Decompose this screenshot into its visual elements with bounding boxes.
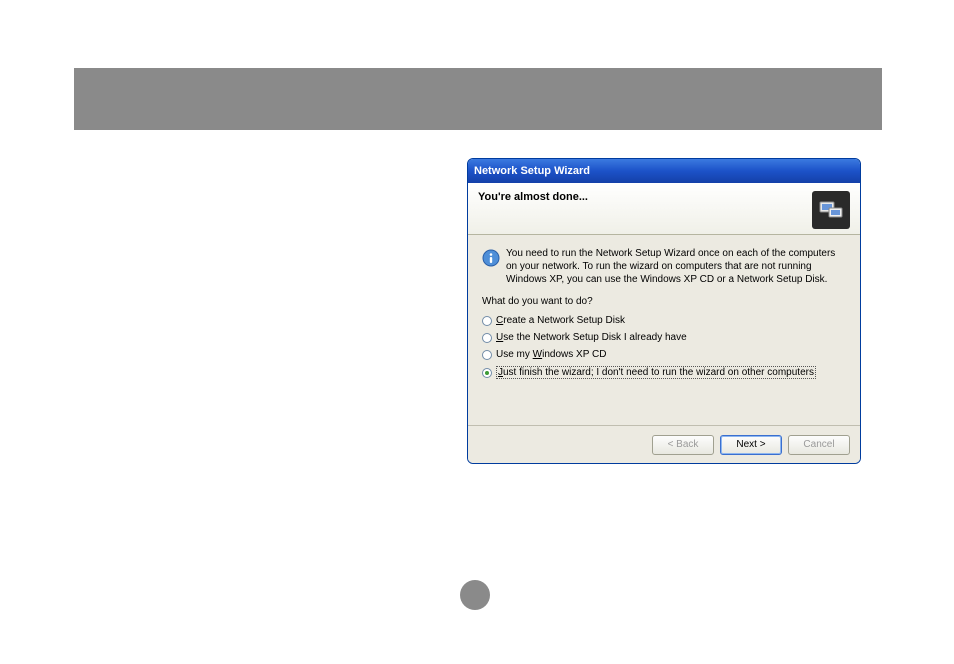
back-button[interactable]: < Back	[652, 435, 714, 455]
network-setup-wizard-dialog: Network Setup Wizard You're almost done.…	[467, 158, 861, 464]
dialog-title: Network Setup Wizard	[474, 165, 590, 177]
radio-button-icon	[482, 333, 492, 343]
back-button-label: < Back	[668, 439, 699, 450]
header-title: You're almost done...	[478, 191, 588, 203]
question-text: What do you want to do?	[482, 296, 846, 307]
radio-use-existing-disk[interactable]: Use the Network Setup Disk I already hav…	[482, 332, 846, 343]
radio-just-finish[interactable]: Just finish the wizard; I don't need to …	[482, 366, 846, 379]
button-bar: < Back Next > Cancel	[468, 425, 860, 463]
cancel-button[interactable]: Cancel	[788, 435, 850, 455]
next-button[interactable]: Next >	[720, 435, 782, 455]
dialog-header: You're almost done...	[468, 183, 860, 235]
radio-button-icon	[482, 368, 492, 378]
radio-label: Use my Windows XP CD	[496, 349, 606, 360]
dialog-body: You need to run the Network Setup Wizard…	[468, 235, 860, 425]
page-banner	[74, 68, 882, 130]
next-button-label: Next >	[736, 439, 765, 450]
radio-label: Just finish the wizard; I don't need to …	[496, 366, 816, 379]
computer-network-icon	[812, 191, 850, 229]
dialog-titlebar[interactable]: Network Setup Wizard	[468, 159, 860, 183]
radio-label: Create a Network Setup Disk	[496, 315, 625, 326]
page-indicator	[460, 580, 490, 610]
info-text: You need to run the Network Setup Wizard…	[506, 247, 846, 286]
radio-button-icon	[482, 350, 492, 360]
radio-use-xp-cd[interactable]: Use my Windows XP CD	[482, 349, 846, 360]
radio-create-disk[interactable]: Create a Network Setup Disk	[482, 315, 846, 326]
info-icon	[482, 249, 500, 267]
radio-button-icon	[482, 316, 492, 326]
radio-group: Create a Network Setup Disk Use the Netw…	[482, 315, 846, 379]
cancel-button-label: Cancel	[803, 439, 834, 450]
radio-label: Use the Network Setup Disk I already hav…	[496, 332, 687, 343]
